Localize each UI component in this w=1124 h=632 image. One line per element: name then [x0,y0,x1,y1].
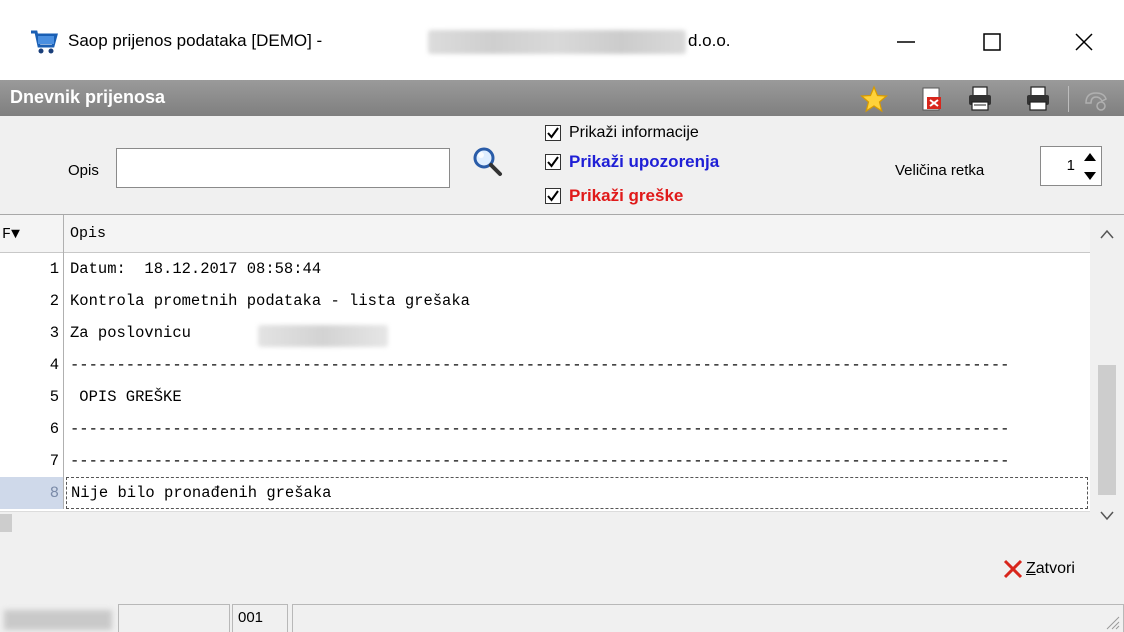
panel-title: Dnevnik prijenosa [10,87,166,107]
column-header-opis[interactable]: Opis [70,225,106,242]
table-row[interactable]: 3 Za poslovnicu [0,317,1090,349]
checkmark-icon [547,156,559,168]
row-text: Za poslovnicu [70,324,191,342]
checkbox-box[interactable] [545,188,561,204]
show-errors-checkbox[interactable]: Prikaži greške [545,186,683,206]
chevron-down-icon [1100,511,1114,521]
show-info-label: Prikaži informacije [569,124,699,141]
redacted-branch-name [258,325,388,347]
print-preview-icon[interactable] [966,85,994,113]
close-icon [1075,33,1093,51]
minimize-button[interactable] [884,22,928,62]
show-errors-label: Prikaži greške [569,186,684,205]
window-title: Saop prijenos podataka [DEMO] - [68,31,323,50]
horizontal-scrollbar[interactable] [0,511,1090,533]
close-accelerator: Z [1026,560,1036,577]
status-bar: 001 [0,602,1124,632]
show-warnings-label: Prikaži upozorenja [569,152,720,171]
minimize-icon [897,41,915,43]
row-number: 4 [0,349,64,381]
row-size-value[interactable]: 1 [1067,157,1075,174]
close-button-label: Zatvori [1026,560,1075,578]
status-cell-user [0,604,118,632]
horizontal-scroll-thumb[interactable] [0,514,12,532]
row-number: 1 [0,253,64,285]
row-number: 3 [0,317,64,349]
scroll-down-button[interactable] [1090,505,1124,527]
cart-icon [31,30,58,54]
scroll-up-button[interactable] [1090,223,1124,245]
row-text: Nije bilo pronađenih grešaka [66,477,1088,509]
row-text: ----------------------------------------… [70,420,1010,438]
resize-grip-icon[interactable] [1104,614,1120,630]
log-grid[interactable]: F▼ Opis 1 Datum: 18.12.2017 08:58:44 2 K… [0,214,1124,533]
status-cell-2 [118,604,230,632]
row-text: Datum: 18.12.2017 08:58:44 [70,260,322,278]
grid-body[interactable]: 1 Datum: 18.12.2017 08:58:44 2 Kontrola … [0,253,1090,511]
triangle-down-icon [1084,171,1096,180]
status-cell-code: 001 [232,604,288,632]
column-header-filter[interactable]: F▼ [0,215,64,253]
close-window-button[interactable] [1062,22,1106,62]
toolbar-separator [1068,86,1069,112]
chevron-up-icon [1100,229,1114,239]
vertical-scroll-thumb[interactable] [1098,365,1116,495]
close-label-rest: atvori [1035,560,1075,577]
row-number: 6 [0,413,64,445]
star-icon[interactable] [860,85,888,113]
redacted-company-name [428,30,686,54]
print-icon[interactable] [1024,85,1052,113]
help-icon[interactable] [1082,85,1110,113]
row-text: ----------------------------------------… [70,356,1010,374]
checkbox-box[interactable] [545,125,561,141]
triangle-up-icon [1084,152,1096,161]
row-size-stepper[interactable]: 1 [1040,146,1102,186]
redacted-user [4,610,112,630]
opis-label: Opis [68,162,99,179]
maximize-icon [983,33,1001,51]
checkmark-icon [547,190,559,202]
grid-header: F▼ Opis [0,215,1090,253]
row-number: 5 [0,381,64,413]
row-number: 8 [0,477,64,509]
table-row[interactable]: 6 --------------------------------------… [0,413,1090,445]
row-size-increment-button[interactable] [1079,147,1101,166]
row-text: Kontrola prometnih podataka - lista greš… [70,292,470,310]
row-number: 7 [0,445,64,477]
search-icon[interactable] [470,144,504,178]
table-row-selected[interactable]: 8 Nije bilo pronađenih grešaka [0,477,1090,509]
show-warnings-checkbox[interactable]: Prikaži upozorenja [545,152,719,172]
window-titlebar: Saop prijenos podataka [DEMO] - d.o.o. [0,0,1124,80]
red-x-icon [1003,559,1023,579]
table-row[interactable]: 5 OPIS GREŠKE [0,381,1090,413]
row-text: OPIS GREŠKE [70,388,182,406]
status-cell-4 [292,604,1124,632]
filter-panel: Opis Prikaži informacije Prikaži upozore… [0,116,1124,214]
table-row[interactable]: 4 --------------------------------------… [0,349,1090,381]
panel-header: Dnevnik prijenosa [0,80,1124,116]
export-file-icon[interactable] [918,85,946,113]
show-info-checkbox[interactable]: Prikaži informacije [545,124,699,142]
row-size-label: Veličina retka [895,162,985,179]
dialog-footer: Zatvori [0,532,1124,602]
opis-search-input[interactable] [116,148,450,188]
vertical-scrollbar[interactable] [1090,215,1124,533]
window-title-suffix: d.o.o. [688,31,731,50]
row-number: 2 [0,285,64,317]
checkmark-icon [547,127,559,139]
table-row[interactable]: 2 Kontrola prometnih podataka - lista gr… [0,285,1090,317]
table-row[interactable]: 1 Datum: 18.12.2017 08:58:44 [0,253,1090,285]
close-button[interactable]: Zatvori [1002,556,1075,582]
row-size-decrement-button[interactable] [1079,166,1101,185]
maximize-button[interactable] [970,22,1014,62]
row-text: ----------------------------------------… [70,452,1010,470]
filter-column-label[interactable]: F▼ [2,226,20,243]
table-row[interactable]: 7 --------------------------------------… [0,445,1090,477]
checkbox-box[interactable] [545,154,561,170]
